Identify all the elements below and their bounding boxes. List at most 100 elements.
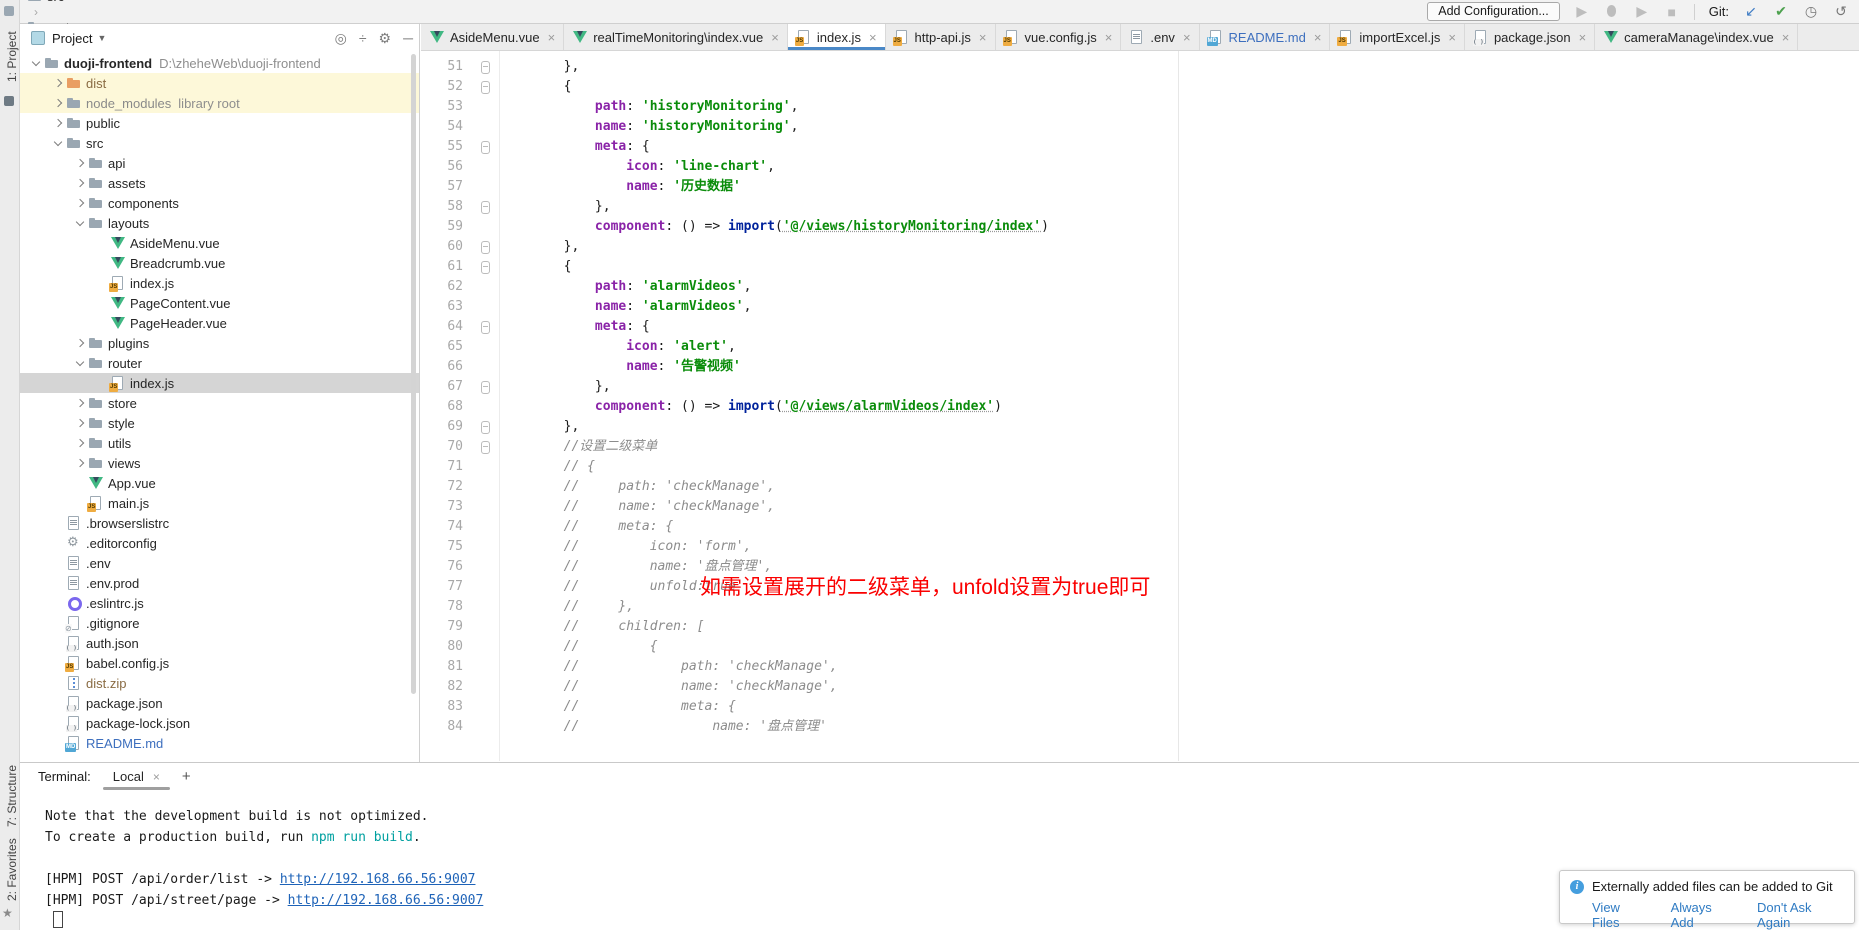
git-commit-icon[interactable]: ✔ [1773,3,1789,20]
close-tab-icon[interactable]: × [1183,30,1191,45]
tree-item[interactable]: index.js [19,373,419,393]
tree-item[interactable]: AsideMenu.vue [19,233,419,253]
tree-item[interactable]: plugins [19,333,419,353]
tree-item[interactable]: PageContent.vue [19,293,419,313]
chevron-right-icon[interactable] [50,115,66,131]
tree-item[interactable]: assets [19,173,419,193]
project-tool-icon[interactable] [4,6,14,16]
collapse-all-icon[interactable]: ÷ [359,30,367,46]
fold-marker-icon[interactable] [469,197,501,217]
chevron-right-icon[interactable] [72,435,88,451]
chevron-down-icon[interactable] [72,355,88,371]
run-icon[interactable]: ▶ [1574,3,1590,20]
tree-item[interactable]: .editorconfig [19,533,419,553]
tree-item[interactable]: .env.prod [19,573,419,593]
terminal-link[interactable]: http://192.168.66.56:9007 [288,893,484,908]
chevron-right-icon[interactable] [72,455,88,471]
dont-ask-again-link[interactable]: Don't Ask Again [1757,900,1844,930]
tree-item[interactable]: .gitignore [19,613,419,633]
fold-marker-icon[interactable] [469,77,501,97]
fold-marker-icon[interactable] [469,437,501,457]
history-clock-icon[interactable]: ◷ [1803,3,1819,20]
tree-item[interactable]: style [19,413,419,433]
tree-item[interactable]: babel.config.js [19,653,419,673]
editor-tab[interactable]: package.json× [1465,24,1595,50]
chevron-right-icon[interactable] [72,195,88,211]
chevron-down-icon[interactable]: ▼ [97,33,106,43]
tree-item[interactable]: package.json [19,693,419,713]
favorites-star-icon[interactable]: ★ [2,906,13,920]
fold-marker-icon[interactable] [469,417,501,437]
fold-marker-icon[interactable] [469,57,501,77]
project-panel-title[interactable]: Project [52,31,92,46]
close-terminal-tab-icon[interactable]: × [153,770,160,784]
new-terminal-icon[interactable]: + [182,768,191,785]
close-tab-icon[interactable]: × [869,30,877,45]
close-tab-icon[interactable]: × [1314,30,1322,45]
hide-panel-icon[interactable]: ─ [403,30,413,46]
tree-item[interactable]: dist.zip [19,673,419,693]
close-tab-icon[interactable]: × [1105,30,1113,45]
debug-bug-icon[interactable] [1604,4,1620,20]
close-tab-icon[interactable]: × [1579,30,1587,45]
terminal-link[interactable]: http://192.168.66.56:9007 [280,872,476,887]
tree-item[interactable]: README.md [19,733,419,753]
git-update-icon[interactable]: ↙ [1743,3,1759,20]
terminal-tab-local[interactable]: Local × [109,763,164,790]
chevron-down-icon[interactable] [50,135,66,151]
locate-file-icon[interactable]: ◎ [335,30,347,47]
tree-item[interactable]: duoji-frontendD:\zheheWeb\duoji-frontend [19,53,419,73]
stripe-item-structure[interactable]: 7: Structure [0,760,19,832]
tree-item[interactable]: auth.json [19,633,419,653]
tree-item[interactable]: layouts [19,213,419,233]
editor-tab[interactable]: importExcel.js× [1330,24,1465,50]
chevron-right-icon[interactable] [72,155,88,171]
fold-marker-icon[interactable] [469,257,501,277]
close-tab-icon[interactable]: × [548,30,556,45]
rollback-icon[interactable]: ↺ [1833,3,1849,20]
view-files-link[interactable]: View Files [1592,900,1649,930]
stripe-item-project[interactable]: 1: Project [0,22,19,92]
chevron-right-icon[interactable] [72,335,88,351]
tree-item[interactable]: .eslintrc.js [19,593,419,613]
settings-gear-icon[interactable]: ⚙ [379,30,392,47]
editor-tab[interactable]: index.js× [788,24,886,50]
tree-item[interactable]: public [19,113,419,133]
tree-item[interactable]: api [19,153,419,173]
project-scrollbar[interactable] [411,54,416,694]
tree-item[interactable]: node_moduleslibrary root [19,93,419,113]
editor-tab[interactable]: http-api.js× [886,24,996,50]
editor-tab[interactable]: cameraManage\index.vue× [1595,24,1798,50]
add-configuration-button[interactable]: Add Configuration... [1427,2,1560,21]
chevron-down-icon[interactable] [72,215,88,231]
editor-tab[interactable]: vue.config.js× [996,24,1122,50]
close-tab-icon[interactable]: × [1782,30,1790,45]
tree-item[interactable]: Breadcrumb.vue [19,253,419,273]
tree-item[interactable]: store [19,393,419,413]
tree-item[interactable]: .env [19,553,419,573]
chevron-right-icon[interactable] [50,95,66,111]
code-editor[interactable]: 51 },52 {53 path: 'historyMonitoring',54… [421,51,1859,761]
tree-item[interactable]: router [19,353,419,373]
fold-marker-icon[interactable] [469,317,501,337]
editor-tab[interactable]: README.md× [1200,24,1331,50]
chevron-down-icon[interactable] [28,55,44,71]
chevron-right-icon[interactable] [72,415,88,431]
stripe-item-favorites[interactable]: 2: Favorites [0,834,19,906]
chevron-right-icon[interactable] [50,75,66,91]
fold-marker-icon[interactable] [469,137,501,157]
fold-marker-icon[interactable] [469,237,501,257]
breadcrumb-item[interactable]: src [27,0,135,4]
tree-item[interactable]: main.js [19,493,419,513]
close-tab-icon[interactable]: × [1448,30,1456,45]
stop-icon[interactable]: ■ [1664,4,1680,20]
tree-item[interactable]: views [19,453,419,473]
editor-tab[interactable]: .env× [1121,24,1199,50]
tree-item[interactable]: utils [19,433,419,453]
tree-item[interactable]: dist [19,73,419,93]
close-tab-icon[interactable]: × [771,30,779,45]
run-with-coverage-icon[interactable]: ▶ [1634,3,1650,20]
tree-item[interactable]: components [19,193,419,213]
fold-marker-icon[interactable] [469,377,501,397]
tree-item[interactable]: src [19,133,419,153]
